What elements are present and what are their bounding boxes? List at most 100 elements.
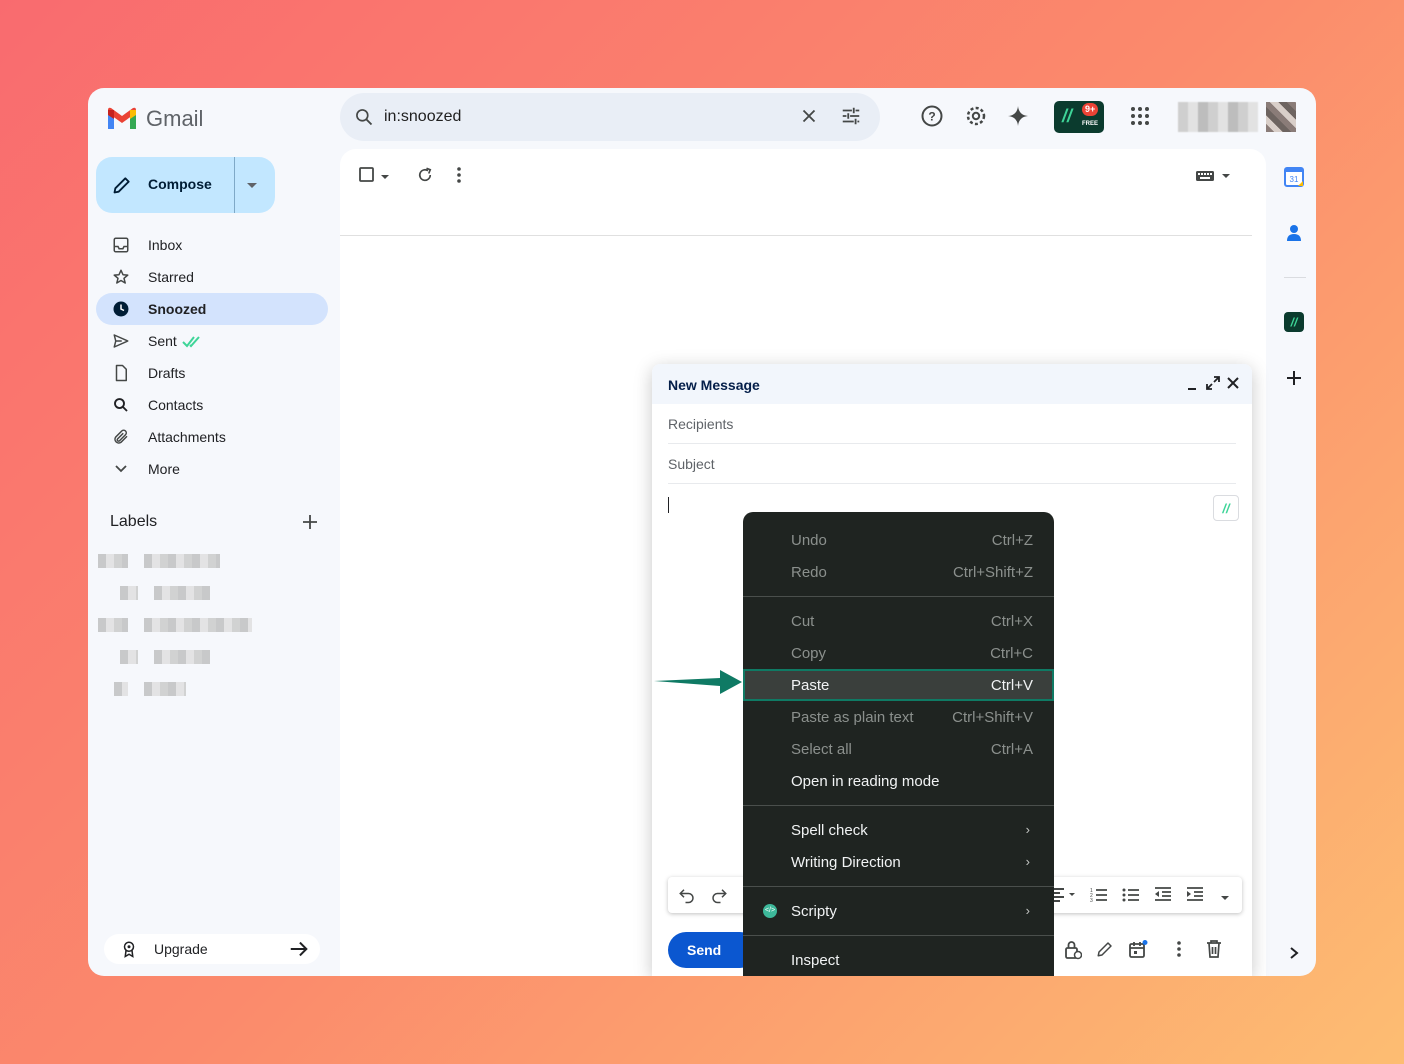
- close-icon[interactable]: [1226, 376, 1240, 395]
- recipients-field[interactable]: [668, 404, 1236, 444]
- menu-item-label: Undo: [791, 532, 827, 549]
- search-input[interactable]: [384, 103, 764, 131]
- label-redacted[interactable]: [144, 618, 252, 632]
- calendar-icon[interactable]: 31: [1284, 167, 1304, 187]
- menu-item-scripty[interactable]: </> Scripty ›: [743, 895, 1054, 927]
- recipients-input[interactable]: [668, 416, 1168, 432]
- menu-item-undo[interactable]: Undo Ctrl+Z: [743, 524, 1054, 556]
- schedule-send-icon[interactable]: [1128, 940, 1148, 965]
- award-icon: [120, 940, 138, 963]
- menu-item-writing-direction[interactable]: Writing Direction ›: [743, 846, 1054, 878]
- clear-search-icon[interactable]: [798, 105, 820, 132]
- compose-button[interactable]: Compose: [96, 157, 275, 213]
- sidebar-item-contacts[interactable]: Contacts: [96, 389, 328, 421]
- more-vert-icon[interactable]: [456, 166, 462, 189]
- menu-item-copy[interactable]: Copy Ctrl+C: [743, 637, 1054, 669]
- gear-icon[interactable]: [964, 104, 988, 128]
- fullscreen-icon[interactable]: [1206, 376, 1220, 395]
- labels-heading: Labels: [110, 513, 158, 530]
- indent-less-icon[interactable]: [1154, 886, 1172, 909]
- avatar[interactable]: [1266, 102, 1296, 132]
- menu-item-shortcut: Ctrl+C: [990, 645, 1033, 662]
- sidebar-item-sent[interactable]: Sent: [96, 325, 328, 357]
- label-redacted[interactable]: [120, 586, 138, 600]
- label-redacted[interactable]: [144, 554, 220, 568]
- app-name: Gmail: [146, 106, 204, 131]
- sidebar-item-label: Contacts: [148, 397, 204, 413]
- menu-item-shortcut: Ctrl+X: [990, 613, 1033, 630]
- more-formatting-icon[interactable]: [1220, 890, 1230, 908]
- label-redacted[interactable]: [98, 618, 128, 632]
- menu-item-shortcut: Ctrl+Shift+V: [952, 709, 1033, 726]
- sidebar-item-drafts[interactable]: Drafts: [96, 357, 328, 389]
- select-all-checkbox[interactable]: [358, 166, 376, 189]
- undo-icon[interactable]: [678, 886, 696, 909]
- apps-grid-icon[interactable]: [1128, 104, 1152, 128]
- menu-item-label: Select all: [791, 741, 852, 758]
- more-options-icon[interactable]: [1176, 940, 1182, 963]
- menu-item-inspect[interactable]: Inspect: [743, 944, 1054, 976]
- context-menu: Undo Ctrl+Z Redo Ctrl+Shift+Z Cut Ctrl+X…: [743, 512, 1054, 976]
- label-redacted[interactable]: [144, 682, 186, 696]
- upgrade-label: Upgrade: [154, 941, 208, 957]
- compose-window-header[interactable]: New Message: [652, 364, 1252, 404]
- extension-badge[interactable]: // 9+ FREE: [1054, 101, 1104, 133]
- discard-draft-icon[interactable]: [1206, 940, 1222, 963]
- search-bar[interactable]: [340, 93, 880, 141]
- select-dropdown-icon[interactable]: [380, 169, 390, 187]
- signature-pen-icon[interactable]: [1096, 940, 1114, 963]
- extension-count-badge: 9+: [1082, 103, 1099, 116]
- add-label-icon[interactable]: [300, 512, 320, 537]
- help-icon[interactable]: ?: [920, 104, 944, 128]
- numbered-list-icon[interactable]: 123: [1090, 886, 1108, 909]
- subject-input[interactable]: [668, 456, 1168, 472]
- label-redacted[interactable]: [114, 682, 128, 696]
- contacts-icon[interactable]: [1284, 223, 1304, 243]
- menu-item-label: Writing Direction: [791, 854, 901, 871]
- indent-more-icon[interactable]: [1186, 886, 1204, 909]
- add-addon-icon[interactable]: [1284, 368, 1304, 388]
- gmail-logo[interactable]: Gmail: [106, 106, 203, 132]
- label-redacted[interactable]: [154, 650, 210, 664]
- redo-icon[interactable]: [710, 886, 728, 909]
- sidebar-item-snoozed[interactable]: Snoozed: [96, 293, 328, 325]
- pencil-icon: [112, 175, 132, 200]
- chevron-right-icon[interactable]: [1284, 943, 1304, 963]
- search-options-icon[interactable]: [840, 105, 862, 132]
- bulleted-list-icon[interactable]: [1122, 886, 1140, 909]
- sparkle-icon[interactable]: [1006, 104, 1030, 128]
- upgrade-button[interactable]: Upgrade: [104, 934, 320, 964]
- label-redacted[interactable]: [98, 554, 128, 568]
- menu-item-label: Paste as plain text: [791, 709, 914, 726]
- sidebar-item-more[interactable]: More: [96, 453, 328, 485]
- extension-app-icon[interactable]: //: [1284, 312, 1304, 332]
- subject-field[interactable]: [668, 444, 1236, 484]
- confidential-mode-icon[interactable]: [1064, 940, 1083, 965]
- menu-item-label: Copy: [791, 645, 827, 662]
- extension-compose-icon[interactable]: //: [1213, 495, 1239, 521]
- annotation-arrow-icon: [654, 670, 742, 694]
- sidebar-item-inbox[interactable]: Inbox: [96, 229, 328, 261]
- sidebar-item-label: More: [148, 461, 180, 477]
- sidebar-nav: Inbox Starred Snoozed Sent Drafts Contac…: [96, 229, 328, 485]
- minimize-icon[interactable]: [1186, 376, 1198, 397]
- menu-item-spell-check[interactable]: Spell check ›: [743, 814, 1054, 846]
- keyboard-icon[interactable]: [1196, 169, 1230, 187]
- account-name-pixelated[interactable]: [1178, 102, 1258, 132]
- menu-item-cut[interactable]: Cut Ctrl+X: [743, 605, 1054, 637]
- label-redacted[interactable]: [154, 586, 210, 600]
- caret-down-icon[interactable]: [246, 179, 258, 197]
- refresh-icon[interactable]: [416, 166, 434, 189]
- menu-item-redo[interactable]: Redo Ctrl+Shift+Z: [743, 556, 1054, 588]
- menu-item-select-all[interactable]: Select all Ctrl+A: [743, 733, 1054, 765]
- label-redacted[interactable]: [120, 650, 138, 664]
- submenu-chevron-icon: ›: [1025, 903, 1030, 918]
- sidebar-item-label: Inbox: [148, 237, 183, 253]
- menu-item-reading-mode[interactable]: Open in reading mode: [743, 765, 1054, 797]
- menu-item-paste[interactable]: Paste Ctrl+V: [743, 669, 1054, 701]
- search-icon[interactable]: [354, 107, 374, 132]
- sidebar-item-attachments[interactable]: Attachments: [96, 421, 328, 453]
- sidebar-item-starred[interactable]: Starred: [96, 261, 328, 293]
- menu-item-label: Cut: [791, 613, 815, 630]
- menu-item-paste-plain[interactable]: Paste as plain text Ctrl+Shift+V: [743, 701, 1054, 733]
